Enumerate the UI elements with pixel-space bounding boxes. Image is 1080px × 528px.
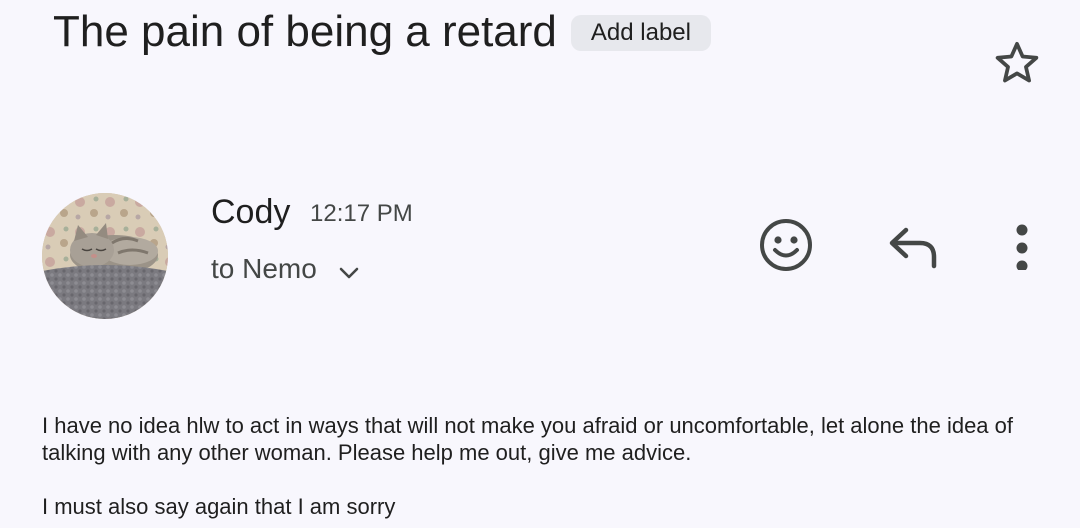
smiley-icon xyxy=(760,219,812,271)
subject-row: The pain of being a retard Add label xyxy=(53,6,711,58)
chevron-down-icon xyxy=(337,264,361,282)
sent-time: 12:17 PM xyxy=(310,200,413,227)
cat-avatar-image xyxy=(42,193,168,319)
sender-name[interactable]: Cody xyxy=(211,192,290,232)
recipient-details-toggle[interactable]: to Nemo xyxy=(211,252,361,286)
reply-button[interactable] xyxy=(884,220,942,274)
recipient-text: to Nemo xyxy=(211,253,317,284)
body-paragraph: I have no idea hlw to act in ways that w… xyxy=(42,413,1013,465)
body-paragraph: I must also say again that I am sorry xyxy=(42,494,396,519)
star-outline-icon xyxy=(995,41,1039,83)
email-body: I have no idea hlw to act in ways that w… xyxy=(42,412,1052,520)
more-options-button[interactable] xyxy=(1002,218,1042,274)
add-label-button[interactable]: Add label xyxy=(570,15,711,51)
email-subject: The pain of being a retard xyxy=(53,7,557,56)
more-vertical-icon xyxy=(1016,224,1028,270)
add-reaction-button[interactable] xyxy=(756,215,816,275)
reply-icon xyxy=(889,227,937,269)
sender-avatar[interactable] xyxy=(42,193,168,319)
star-button[interactable] xyxy=(988,34,1046,92)
